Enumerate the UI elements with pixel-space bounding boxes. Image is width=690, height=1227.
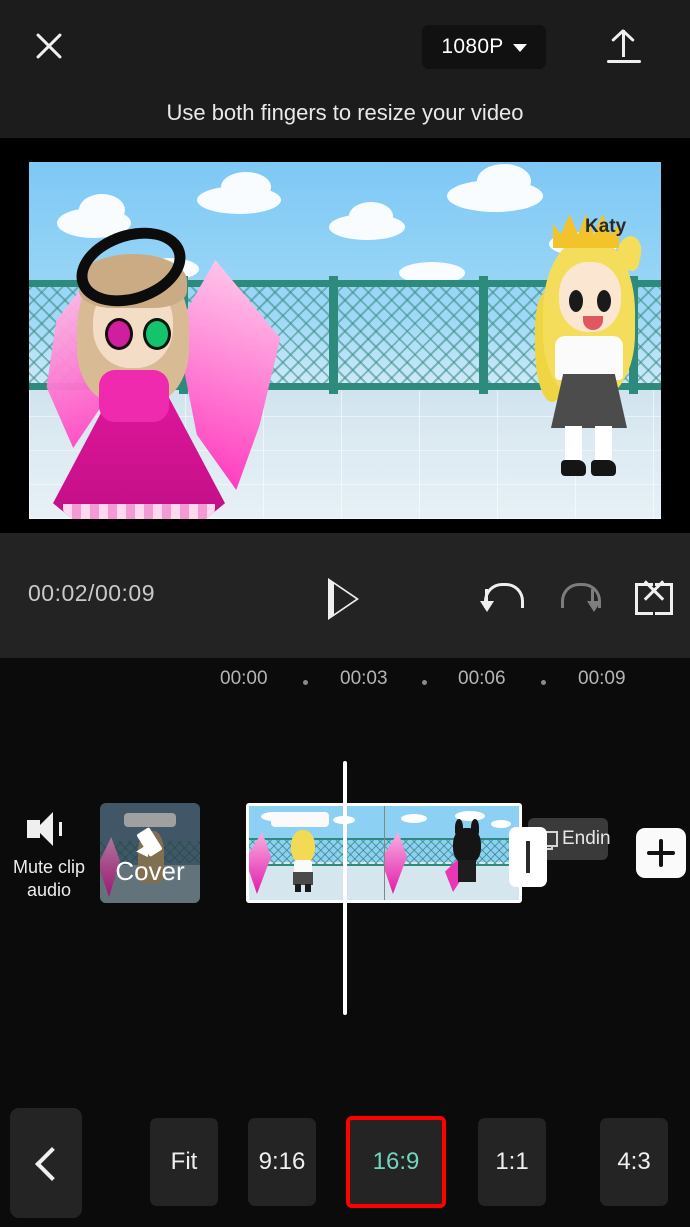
cloud-icon [197,172,281,214]
cover-button[interactable]: Cover [100,803,200,903]
clip-frame [249,806,384,900]
preview-stage[interactable]: Katy [0,138,690,533]
undo-icon[interactable] [478,575,526,623]
resize-hint: Use both fingers to resize your video [0,88,690,138]
ruler-dot [541,680,546,685]
clip-frame [384,806,519,900]
playhead[interactable] [343,761,347,1015]
player-toolbar: 00:02/00:09 [0,533,690,658]
cloud-icon [447,164,543,212]
mute-clip-audio-button[interactable]: Mute clip audio [8,812,90,902]
trim-handle[interactable] [509,827,547,887]
chevron-down-icon [512,44,527,52]
ratio-option-16-9[interactable]: 16:9 [346,1116,446,1208]
ratio-label: 1:1 [495,1148,529,1175]
ruler-tick: 00:06 [458,668,506,689]
ruler-tick: 00:09 [578,668,626,689]
character-right: Katy [529,214,659,504]
add-clip-button[interactable] [636,828,686,878]
resolution-selector[interactable]: 1080P [422,25,546,69]
video-canvas[interactable]: Katy [29,162,661,519]
mute-label-line1: Mute clip [12,857,86,877]
close-icon[interactable] [28,25,70,67]
ruler-tick: 00:00 [220,668,268,689]
back-button[interactable] [10,1108,82,1218]
speaker-mute-icon [27,812,71,846]
top-bar: 1080P [0,0,690,88]
ratio-option-9-16[interactable]: 9:16 [248,1118,316,1206]
ratio-label: 4:3 [617,1148,651,1175]
resize-hint-text: Use both fingers to resize your video [166,100,524,125]
pencil-icon [136,825,166,861]
video-clip-selected[interactable] [246,803,522,903]
ratio-label: Fit [170,1148,198,1175]
aspect-ratio-bar: Fit 9:16 16:9 1:1 4:3 [0,1100,690,1227]
ratio-label: 9:16 [258,1148,306,1175]
timeline-ruler[interactable]: 00:00 00:03 00:06 00:09 [0,658,690,702]
ratio-option-1-1[interactable]: 1:1 [478,1118,546,1206]
play-icon[interactable] [322,576,368,622]
mute-label-line2: audio [26,880,72,900]
ratio-label: 16:9 [372,1148,420,1175]
video-editor-screen: 1080P Use both fingers to resize your vi… [0,0,690,1227]
ratio-option-4-3[interactable]: 4:3 [600,1118,668,1206]
ratio-options: Fit 9:16 16:9 1:1 4:3 [150,1100,690,1227]
cloud-icon [329,202,405,240]
ruler-dot [422,680,427,685]
resolution-label: 1080P [441,35,504,58]
ruler-dot [303,680,308,685]
time-display: 00:02/00:09 [28,580,156,606]
chevron-left-icon [35,1147,69,1181]
character-name-overlay: Katy [585,216,627,237]
ending-label: Endin [562,828,611,849]
ratio-option-fit[interactable]: Fit [150,1118,218,1206]
redo-icon[interactable] [555,575,603,623]
upload-icon[interactable] [601,22,647,70]
ruler-tick: 00:03 [340,668,388,689]
fullscreen-icon[interactable] [630,575,678,623]
cover-label: Cover [115,856,185,886]
character-left [46,214,297,519]
